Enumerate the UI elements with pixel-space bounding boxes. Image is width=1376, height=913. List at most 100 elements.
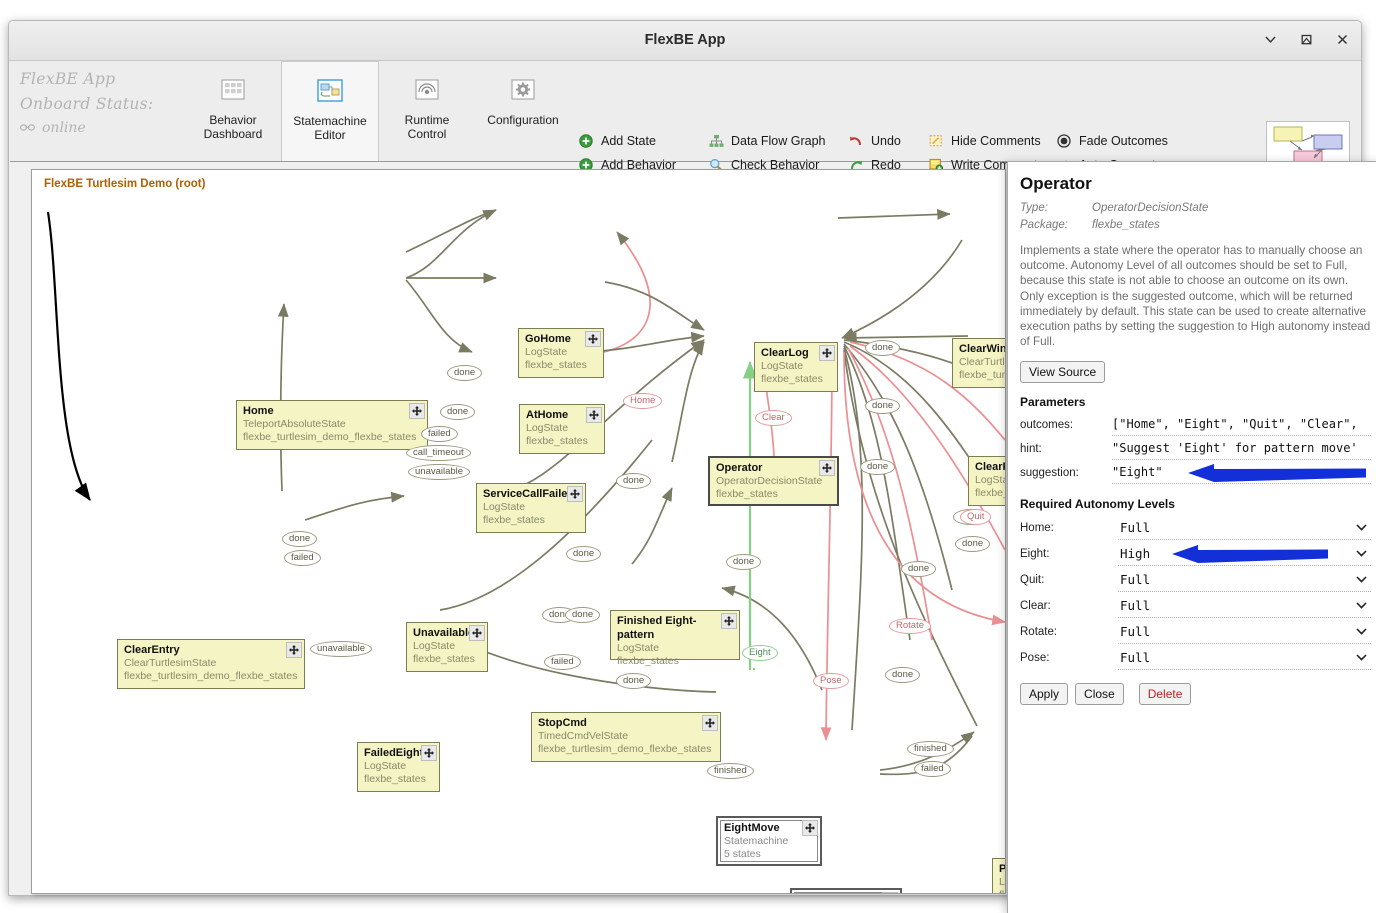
tab-statemachine-editor[interactable]: Statemachine Editor [281,61,379,161]
hide-comments-label: Hide Comments [951,134,1041,148]
tab-behavior-dashboard-label: Behavior Dashboard [203,113,263,141]
gear-icon [506,73,540,107]
edge-label: done [865,340,901,356]
state-node[interactable]: ClearLog LogState flexbe_states [754,342,838,392]
autonomy-select-pose[interactable]: Full [1118,646,1371,671]
state-node[interactable]: FailedEight LogState flexbe_states [357,742,440,792]
move-handle-icon[interactable] [585,331,601,347]
data-flow-graph-button[interactable]: Data Flow Graph [708,129,825,153]
move-handle-icon[interactable] [421,745,437,761]
node-title: PoseD [999,863,1006,875]
autonomy-row: Rotate: Full [1020,619,1371,645]
panel-package-label: Package: [1020,219,1068,231]
antenna-icon [410,73,444,107]
chevron-down-icon [1356,522,1367,534]
move-handle-icon[interactable] [802,820,818,836]
state-node-selected[interactable]: Operator OperatorDecisionState flexbe_st… [708,456,839,506]
state-node[interactable]: Unavailable LogState flexbe_states [406,622,488,672]
state-node[interactable]: PoseD LogSta flexbe_ [992,858,1006,893]
delete-button[interactable]: Delete [1138,683,1192,706]
parameter-key: hint: [1020,443,1042,456]
state-node[interactable]: GoHome LogState flexbe_states [518,328,604,378]
parameter-value[interactable]: "Eight" [1112,462,1371,485]
hide-comments-button[interactable]: Hide Comments [928,129,1041,153]
chevron-down-icon [1356,600,1367,612]
node-package: flexbe_states [975,487,1005,499]
state-node[interactable]: ClearEntry ClearTurtlesimState flexbe_tu… [117,639,305,689]
parameters-heading: Parameters [1020,395,1086,410]
autonomy-key: Pose: [1020,652,1050,665]
autonomy-select-clear[interactable]: Full [1118,594,1371,619]
move-handle-icon[interactable] [586,407,602,423]
add-state-label: Add State [601,134,656,148]
application-window: FlexBE App FlexBE App Onboard Status: on… [8,20,1376,913]
move-handle-icon[interactable] [882,892,898,893]
node-package: flexbe_states [364,773,426,785]
node-state-count: 5 states [724,848,761,860]
node-title: ClearFailed [975,461,1005,473]
tab-runtime-control[interactable]: Runtime Control [379,61,475,161]
edge-label: done [616,473,652,489]
chevron-down-icon [1356,574,1367,586]
container-node[interactable]: EightMove Statemachine 5 states [716,816,822,866]
node-title: Home [243,405,274,417]
autonomy-select-rotate[interactable]: Full [1118,620,1371,645]
node-type: LogState [364,760,407,772]
move-handle-icon[interactable] [286,642,302,658]
tab-configuration[interactable]: Configuration [475,61,571,161]
undo-arrow-icon [848,133,864,149]
state-node[interactable]: AtHome LogState flexbe_states [519,404,605,454]
node-package: flexbe_states [525,359,587,371]
move-handle-icon[interactable] [702,715,718,731]
minimize-button[interactable] [1261,30,1279,48]
node-title: ServiceCallFailed [483,488,575,500]
tab-statemachine-editor-label: Statemachine Editor [293,114,367,142]
apply-button[interactable]: Apply [1020,683,1069,706]
fade-outcomes-button[interactable]: Fade Outcomes [1056,129,1169,153]
view-source-button[interactable]: View Source [1020,361,1106,384]
state-node[interactable]: ClearFailed LogState flexbe_states [968,456,1005,506]
add-state-button[interactable]: Add State [578,129,681,153]
edge-label: Eight [742,645,778,661]
edge-label: failed [914,761,951,777]
move-handle-icon[interactable] [819,460,835,476]
state-node[interactable]: ServiceCallFailed LogState flexbe_states [476,483,586,533]
move-handle-icon[interactable] [819,345,835,361]
autonomy-value: Full [1120,650,1151,666]
close-button[interactable] [1333,30,1351,48]
parameter-value[interactable]: ["Home", "Eight", "Quit", "Clear", [1112,414,1371,437]
node-package: flexbe_turtlesim_demo_flexbe_states [959,369,1006,381]
state-node[interactable]: Finished Eight-pattern LogState flexbe_s… [610,610,740,667]
panel-action-buttons: Apply Close Delete [1020,683,1371,706]
node-type: LogState [617,642,660,654]
edge-label: done [566,546,602,562]
statemachine-icon [313,74,347,108]
container-node[interactable]: GoTo Statemachine 3 states [790,888,902,893]
state-node[interactable]: ClearWindow ClearTurtlesimState flexbe_t… [952,338,1006,388]
undo-button[interactable]: Undo [848,129,904,153]
parameter-row: hint: "Suggest 'Eight' for pattern move' [1020,437,1371,461]
autonomy-select-home[interactable]: Full [1118,516,1371,541]
node-package: flexbe_states [483,514,545,526]
statemachine-canvas[interactable]: FlexBE Turtlesim Demo (root) GoHome LogS… [31,169,1006,894]
edge-label: call_timeout [406,445,471,461]
node-package: flexbe_turtlesim_demo_flexbe_states [243,431,417,443]
close-button-panel[interactable]: Close [1075,683,1124,706]
state-node[interactable]: Home TeleportAbsoluteState flexbe_turtle… [236,400,428,450]
link-icon [19,117,35,139]
state-node[interactable]: StopCmd TimedCmdVelState flexbe_turtlesi… [531,712,721,762]
maximize-button[interactable] [1297,30,1315,48]
autonomy-select-quit[interactable]: Full [1118,568,1371,593]
edge-label: failed [421,426,458,442]
move-handle-icon[interactable] [469,625,485,641]
tab-behavior-dashboard[interactable]: Behavior Dashboard [185,61,281,161]
autonomy-value: Full [1120,624,1151,640]
node-title: EightMove [724,822,780,834]
move-handle-icon[interactable] [567,486,583,502]
autonomy-select-eight[interactable]: High [1118,542,1371,567]
move-handle-icon[interactable] [721,613,737,629]
parameter-value[interactable]: "Suggest 'Eight' for pattern move' [1112,438,1371,461]
move-handle-icon[interactable] [409,403,425,419]
autonomy-row: Pose: Full [1020,645,1371,671]
edge-label: finished [907,741,954,757]
